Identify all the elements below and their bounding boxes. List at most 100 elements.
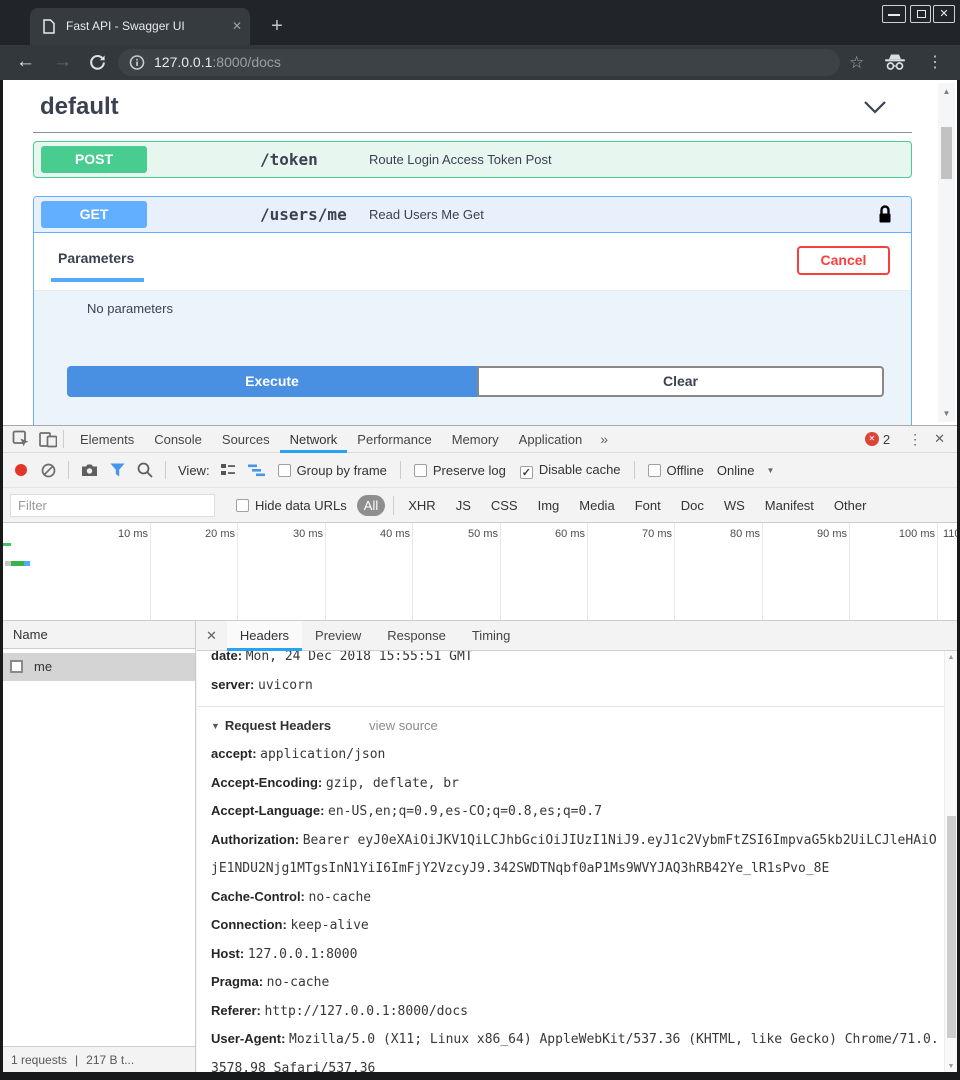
minimize-icon [888,14,900,16]
scroll-up-icon[interactable]: ▲ [938,87,955,96]
forward-button[interactable]: → [53,45,72,80]
filter-chip[interactable]: Manifest [758,495,821,516]
details-tab[interactable]: Preview [302,621,374,651]
endpoint-get-users-me: GET /users/me Read Users Me Get Paramete… [33,196,912,425]
address-bar[interactable]: 127.0.0.1:8000/docs [118,49,840,76]
details-scrollbar[interactable]: ▲ ▼ [944,651,957,1073]
filter-chip[interactable]: Img [531,495,567,516]
header-line: accept: application/json [211,740,944,769]
preserve-log-checkbox[interactable] [414,464,427,477]
devtools-tab[interactable]: Application [509,426,593,453]
filter-chip[interactable]: JS [449,495,478,516]
details-close-icon[interactable]: ✕ [197,628,227,644]
screenshot-camera-icon[interactable] [81,463,98,477]
offline-checkbox[interactable] [648,464,661,477]
filter-chip[interactable]: WS [717,495,752,516]
devtools-tab[interactable]: Console [144,426,212,453]
window-close-button[interactable]: ✕ [933,5,955,23]
group-by-frame-checkbox[interactable] [278,464,291,477]
list-view-icon[interactable] [220,463,236,477]
filter-chip[interactable]: Font [628,495,668,516]
waterfall-view-icon[interactable] [248,464,265,477]
disable-cache-option[interactable]: ✓Disable cache [520,462,621,479]
filter-chip[interactable]: Media [572,495,621,516]
filter-chip[interactable]: All [357,495,385,516]
group-by-frame-option[interactable]: Group by frame [278,463,387,478]
browser-menu-icon[interactable]: ⋮ [927,46,943,81]
filter-chip[interactable]: Other [827,495,874,516]
clear-icon[interactable] [41,463,56,478]
hide-data-urls-option[interactable]: Hide data URLs [236,498,347,513]
scroll-down-icon[interactable]: ▼ [945,1063,957,1070]
devtools-tab[interactable]: Network [280,426,348,453]
back-button[interactable]: ← [16,45,35,80]
post-method-badge: POST [41,146,147,173]
browser-tab[interactable]: Fast API - Swagger UI ✕ [30,8,250,45]
url-text[interactable]: 127.0.0.1:8000/docs [154,49,281,76]
resource-type-filters: All XHR JS CSS ImgMedia Font Doc WS Manifest Othe… [354,495,877,516]
inspect-element-icon[interactable] [12,430,30,448]
requests-list-panel: Name me [3,621,196,1046]
filter-input[interactable] [10,494,215,517]
name-column-header[interactable]: Name [3,621,195,649]
dropdown-arrow-icon[interactable]: ▼ [766,466,774,475]
filter-chip[interactable]: Doc [674,495,711,516]
filter-chip[interactable]: XHR [401,495,442,516]
collapse-triangle-icon[interactable]: ▼ [211,721,220,731]
offline-option[interactable]: Offline [648,463,704,478]
details-scrollbar-thumb[interactable] [947,816,956,1038]
scroll-up-icon[interactable]: ▲ [945,654,957,661]
browser-toolbar: ← → 127.0.0.1:8000/docs ☆ ⋮ [0,45,960,80]
endpoint-post-token[interactable]: POST /token Route Login Access Token Pos… [33,141,912,178]
view-source-link[interactable]: view source [369,718,438,733]
window-maximize-button[interactable] [910,5,931,23]
error-count[interactable]: 2 [883,432,890,447]
throttling-dropdown[interactable]: Online [717,463,755,478]
window-frame-left [0,80,3,1072]
filter-funnel-icon[interactable] [110,463,125,477]
details-tab[interactable]: Headers [227,621,302,651]
tab-close-icon[interactable]: ✕ [232,8,242,45]
devtools-menu-icon[interactable]: ⋮ [898,431,932,448]
search-icon[interactable] [137,462,153,478]
preserve-log-option[interactable]: Preserve log [414,463,506,478]
chevron-down-icon[interactable] [863,100,887,120]
timeline-tick: 80 ms [762,523,763,620]
cancel-button[interactable]: Cancel [797,246,890,275]
filter-chip[interactable]: CSS [484,495,525,516]
clear-button[interactable]: Clear [477,366,884,397]
device-toolbar-icon[interactable] [39,430,57,448]
request-row[interactable]: me [3,653,195,681]
bookmark-star-icon[interactable]: ☆ [849,46,864,81]
new-tab-button[interactable]: + [262,10,292,42]
overview-green-tick [3,543,11,546]
reload-button[interactable] [88,53,107,77]
error-badge-icon[interactable]: ✕ [865,432,879,446]
get-summary-row[interactable]: GET /users/me Read Users Me Get [34,197,911,233]
execute-button[interactable]: Execute [67,366,477,397]
devtools-close-icon[interactable]: ✕ [932,431,957,447]
window-minimize-button[interactable] [882,5,906,23]
devtools-tab[interactable]: Elements [70,426,144,453]
transferred-size: 217 B t... [86,1053,134,1067]
disable-cache-checkbox[interactable]: ✓ [520,466,533,479]
hide-data-urls-checkbox[interactable] [236,499,249,512]
maximize-icon [917,10,926,18]
record-icon[interactable] [15,464,27,476]
devtools-tab[interactable]: Performance [347,426,441,453]
details-tab[interactable]: Response [374,621,459,651]
devtools-tab[interactable]: Memory [442,426,509,453]
page-scrollbar[interactable]: ▲ ▼ [938,83,955,422]
page-scrollbar-thumb[interactable] [941,127,952,179]
request-headers-title[interactable]: Request Headers [225,718,331,733]
parameters-tab[interactable]: Parameters [58,250,134,266]
scroll-down-icon[interactable]: ▼ [938,409,955,418]
details-tab[interactable]: Timing [459,621,524,651]
devtools-tab[interactable]: Sources [212,426,280,453]
header-line: date: Mon, 24 Dec 2018 15:55:51 GMT [211,651,944,671]
swagger-section-title[interactable]: default [40,93,119,121]
more-tabs-icon[interactable]: » [592,431,616,447]
network-overview-timeline[interactable]: 10 ms20 ms30 ms40 ms50 ms60 ms70 ms80 ms… [3,523,957,621]
site-info-icon[interactable] [129,54,145,76]
lock-icon[interactable] [877,204,893,230]
